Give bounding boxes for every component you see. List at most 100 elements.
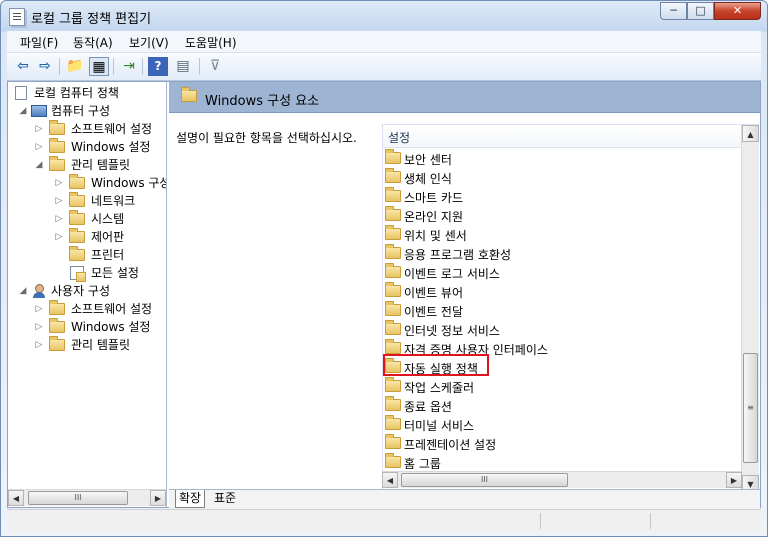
help-icon[interactable]: ? xyxy=(148,57,168,76)
settings-item-label: 인터넷 정보 서비스 xyxy=(404,324,500,338)
settings-list-item[interactable]: 인터넷 정보 서비스 xyxy=(383,320,723,339)
tree-item-label: 컴퓨터 구성 xyxy=(51,104,111,118)
scroll-thumb[interactable]: III xyxy=(401,473,568,487)
settings-list-item[interactable]: 터미널 서비스 xyxy=(383,415,723,434)
settings-item-label: 작업 스케줄러 xyxy=(404,381,475,395)
menu-help[interactable]: 도움말(H) xyxy=(185,34,237,51)
view-tabs: 확장 표준 xyxy=(169,489,760,508)
tree-item-label: 프린터 xyxy=(91,248,125,262)
settings-list-item[interactable]: 홈 그룹 xyxy=(383,453,723,472)
tree-item-label: Windows 구성 요소 xyxy=(91,174,166,192)
show-hide-tree-icon[interactable]: ▦ xyxy=(89,57,109,76)
status-separator xyxy=(540,513,541,529)
settings-list-item[interactable]: 위치 및 센서 xyxy=(383,225,723,244)
content-area: 로컬 컴퓨터 정책 ◢ 컴퓨터 구성 ▷ 소프트웨어 설정 ▷ Windows … xyxy=(7,81,761,508)
tree-horizontal-scrollbar[interactable]: ◀ III ▶ xyxy=(8,489,166,506)
forward-arrow-icon[interactable]: ⇨ xyxy=(35,57,55,76)
folder-icon xyxy=(49,120,65,135)
tree-item-label: 사용자 구성 xyxy=(51,284,111,298)
collapse-arrow-icon[interactable]: ◢ xyxy=(18,102,28,120)
expand-arrow-icon[interactable]: ▷ xyxy=(34,336,44,354)
menu-action[interactable]: 동작(A) xyxy=(73,34,113,51)
settings-list-item[interactable]: 종료 옵션 xyxy=(383,396,723,415)
folder-icon xyxy=(385,415,401,430)
settings-list-item[interactable]: 온라인 지원 xyxy=(383,206,723,225)
collapse-arrow-icon[interactable]: ◢ xyxy=(34,156,44,174)
settings-item-label: 온라인 지원 xyxy=(404,210,464,224)
tab-standard[interactable]: 표준 xyxy=(211,490,239,507)
tree-item-label: 모든 설정 xyxy=(91,266,139,280)
minimize-button[interactable]: ─ xyxy=(660,2,687,20)
toolbar-separator xyxy=(142,58,143,75)
expand-arrow-icon[interactable]: ▷ xyxy=(54,174,64,192)
tree-item-label: 관리 템플릿 xyxy=(71,158,131,172)
status-separator xyxy=(650,513,651,529)
expand-arrow-icon[interactable]: ▷ xyxy=(54,228,64,246)
collapse-arrow-icon[interactable]: ◢ xyxy=(18,282,28,300)
folder-icon xyxy=(385,396,401,411)
menu-bar: 파일(F) 동작(A) 보기(V) 도움말(H) xyxy=(7,31,761,53)
settings-item-label: 이벤트 로그 서비스 xyxy=(404,267,500,281)
folder-icon xyxy=(69,192,85,207)
toolbar: ⇦ ⇨ 📁 ▦ ⇥ ? ▤ ⊽ xyxy=(7,53,761,81)
folder-icon xyxy=(385,168,401,183)
folder-icon xyxy=(385,320,401,335)
scroll-right-button[interactable]: ▶ xyxy=(150,490,166,506)
tree-item-label: 네트워크 xyxy=(91,194,136,208)
settings-list-item[interactable]: 보안 센터 xyxy=(383,149,723,168)
folder-icon xyxy=(385,225,401,240)
folder-icon xyxy=(69,174,85,189)
user-icon xyxy=(31,284,47,298)
settings-item-label: 프레젠테이션 설정 xyxy=(404,438,497,452)
scroll-thumb[interactable]: III xyxy=(28,491,128,505)
settings-horizontal-scrollbar[interactable]: ◀ III ▶ xyxy=(382,471,742,488)
settings-column-header[interactable]: 설정 xyxy=(383,125,741,148)
toolbar-separator xyxy=(113,58,114,75)
expand-arrow-icon[interactable]: ▷ xyxy=(34,300,44,318)
settings-list-item[interactable]: 이벤트 전달 xyxy=(383,301,723,320)
export-list-icon[interactable]: ⇥ xyxy=(119,57,139,76)
expand-arrow-icon[interactable]: ▷ xyxy=(54,192,64,210)
scroll-up-button[interactable]: ▲ xyxy=(742,125,759,142)
settings-list-item[interactable]: 응용 프로그램 호환성 xyxy=(383,244,723,263)
tree-item-label: 로컬 컴퓨터 정책 xyxy=(34,86,119,100)
scroll-thumb[interactable]: ≡ xyxy=(743,353,758,463)
toolbar-separator xyxy=(59,58,60,75)
details-pane: Windows 구성 요소 설명이 필요한 항목을 선택하십시오. 설정 보안 … xyxy=(169,82,760,507)
settings-list-item[interactable]: 스마트 카드 xyxy=(383,187,723,206)
close-button[interactable]: ✕ xyxy=(714,2,761,20)
filter-icon[interactable]: ⊽ xyxy=(205,57,225,76)
expand-arrow-icon[interactable]: ▷ xyxy=(34,318,44,336)
title-bar[interactable]: 로컬 그룹 정책 편집기 ─ □ ✕ xyxy=(1,1,767,31)
expand-arrow-icon[interactable]: ▷ xyxy=(54,210,64,228)
settings-item-label: 응용 프로그램 호환성 xyxy=(404,248,511,262)
expand-arrow-icon[interactable]: ▷ xyxy=(34,120,44,138)
settings-item-label: 터미널 서비스 xyxy=(404,419,475,433)
settings-item-label: 스마트 카드 xyxy=(404,191,464,205)
settings-list-item[interactable]: 이벤트 뷰어 xyxy=(383,282,723,301)
folder-icon xyxy=(385,187,401,202)
settings-item-label: 홈 그룹 xyxy=(404,457,441,471)
menu-view[interactable]: 보기(V) xyxy=(129,34,169,51)
scroll-left-button[interactable]: ◀ xyxy=(8,490,24,506)
settings-list: 설정 보안 센터 생체 인식스마트 카드온라인 지원위치 및 센서응용 프로그램 … xyxy=(382,124,759,492)
main-window: 로컬 그룹 정책 편집기 ─ □ ✕ 파일(F) 동작(A) 보기(V) 도움말… xyxy=(0,0,768,537)
settings-list-item[interactable]: 프레젠테이션 설정 xyxy=(383,434,723,453)
scroll-left-button[interactable]: ◀ xyxy=(382,472,398,488)
settings-list-item[interactable]: 작업 스케줄러 xyxy=(383,377,723,396)
back-arrow-icon[interactable]: ⇦ xyxy=(13,57,33,76)
tree-item-label: 관리 템플릿 xyxy=(71,338,131,352)
settings-list-item[interactable]: 이벤트 로그 서비스 xyxy=(383,263,723,282)
scroll-right-button[interactable]: ▶ xyxy=(726,472,742,488)
settings-vertical-scrollbar[interactable]: ▲ ≡ ▼ xyxy=(741,125,759,492)
maximize-button[interactable]: □ xyxy=(687,2,714,20)
up-folder-icon[interactable]: 📁 xyxy=(65,57,85,76)
menu-file[interactable]: 파일(F) xyxy=(20,34,58,51)
properties-icon[interactable]: ▤ xyxy=(173,57,193,76)
expand-arrow-icon[interactable]: ▷ xyxy=(34,138,44,156)
settings-list-item[interactable]: 생체 인식 xyxy=(383,168,723,187)
tab-extended[interactable]: 확장 xyxy=(175,490,206,508)
settings-item-label: 위치 및 센서 xyxy=(404,229,467,243)
description-panel: 설명이 필요한 항목을 선택하십시오. xyxy=(169,113,379,489)
tree-item-label: Windows 설정 xyxy=(71,140,151,154)
